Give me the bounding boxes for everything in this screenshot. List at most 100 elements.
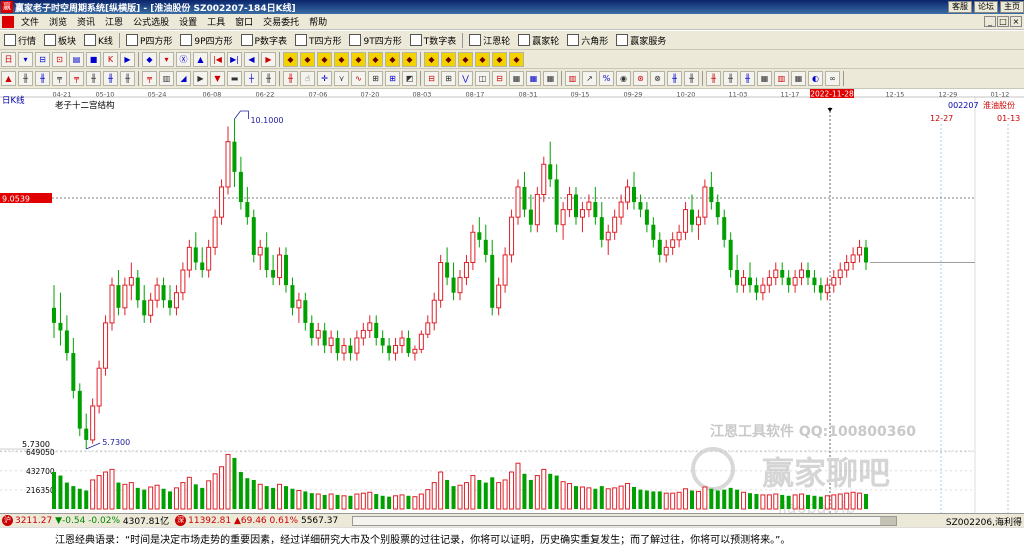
candle-body[interactable] (799, 269, 805, 279)
candle-body[interactable] (451, 277, 456, 293)
tb3-tool-icon-32[interactable]: ▥ (565, 71, 580, 86)
toolbar-button-4[interactable]: 9P四方形 (176, 32, 236, 49)
candle-body[interactable] (844, 261, 850, 271)
candle-body[interactable] (64, 330, 69, 354)
candle-body[interactable] (463, 261, 469, 279)
tb3-tool-icon-13[interactable]: ▬ (227, 71, 242, 86)
candle-body[interactable] (431, 299, 437, 324)
candle-body[interactable] (277, 254, 283, 279)
tb3-tool-icon-0[interactable]: ▲ (1, 71, 16, 86)
candle-body[interactable] (760, 284, 766, 294)
candle-body[interactable] (206, 246, 212, 271)
candle-body[interactable] (824, 284, 830, 294)
candle-body[interactable] (632, 186, 636, 203)
toolbar-button-9[interactable]: 江恩轮 (465, 32, 514, 49)
tb3-tool-icon-17[interactable]: ☝ (300, 71, 315, 86)
candle-body[interactable] (116, 285, 121, 308)
menu-trade-order[interactable]: 交易委托 (258, 15, 304, 28)
candle-body[interactable] (490, 254, 495, 308)
candle-body[interactable] (579, 209, 585, 218)
tb3-tool-icon-29[interactable]: ▦ (509, 71, 524, 86)
candle-body[interactable] (225, 141, 231, 188)
candle-body[interactable] (831, 277, 837, 286)
candle-body[interactable] (638, 202, 643, 210)
candle-body[interactable] (651, 224, 656, 240)
tb3-tool-icon-42[interactable]: ╫ (740, 71, 755, 86)
candle-body[interactable] (612, 216, 618, 233)
candle-body[interactable] (284, 254, 288, 286)
tb3-tool-icon-9[interactable]: ▥ (159, 71, 174, 86)
candle-body[interactable] (554, 179, 559, 225)
candle-body[interactable] (850, 254, 856, 263)
candle-body[interactable] (367, 322, 373, 331)
tb3-tool-icon-47[interactable]: ∞ (825, 71, 840, 86)
candle-body[interactable] (322, 330, 327, 346)
candle-body[interactable] (315, 329, 321, 339)
candle-body[interactable] (348, 345, 353, 354)
tb3-tool-icon-19[interactable]: ⋎ (334, 71, 349, 86)
candle-body[interactable] (360, 329, 366, 339)
tb2-tool-icon-5[interactable]: ■ (86, 51, 101, 67)
tb3-tool-icon-31[interactable]: ▦ (543, 71, 558, 86)
tb3-tool-icon-26[interactable]: ⋁ (458, 71, 473, 86)
menu-gann[interactable]: 江恩 (100, 15, 128, 28)
toolbar-button-12[interactable]: 赢家服务 (612, 32, 670, 49)
candle-body[interactable] (773, 269, 779, 279)
tb3-tool-icon-10[interactable]: ◢ (176, 71, 191, 86)
candle-body[interactable] (534, 194, 540, 226)
tb2-tool-icon-18[interactable]: ◆ (317, 51, 332, 67)
candle-body[interactable] (354, 337, 360, 354)
candle-body[interactable] (309, 322, 314, 338)
candle-body[interactable] (148, 299, 154, 316)
tb2-tool-icon-23[interactable]: ◆ (402, 51, 417, 67)
candle-body[interactable] (593, 202, 598, 218)
candle-body[interactable] (232, 141, 237, 172)
candle-body[interactable] (806, 270, 810, 278)
tb3-tool-icon-38[interactable]: ╫ (667, 71, 682, 86)
candle-body[interactable] (690, 209, 694, 225)
candle-body[interactable] (418, 333, 424, 350)
tb3-tool-icon-14[interactable]: ┼ (244, 71, 259, 86)
tb2-tool-icon-15[interactable]: ▶ (261, 51, 276, 67)
candle-body[interactable] (786, 277, 791, 286)
candle-body[interactable] (303, 300, 308, 323)
candle-body[interactable] (644, 209, 649, 225)
candle-body[interactable] (212, 216, 218, 248)
candle-body[interactable] (245, 202, 250, 218)
candle-body[interactable] (328, 337, 334, 347)
candle-body[interactable] (142, 300, 147, 316)
candlestick-chart[interactable]: 04-21 05-10 05-24 06-08 06-22 07-06 07-20 08-03… (0, 89, 1024, 513)
candle-body[interactable] (58, 322, 63, 331)
tb3-tool-icon-22[interactable]: ⊞ (385, 71, 400, 86)
tb3-tool-icon-4[interactable]: ╤ (69, 71, 84, 86)
candle-body[interactable] (71, 353, 76, 391)
tb3-tool-icon-36[interactable]: ⊛ (633, 71, 648, 86)
toolbar-button-10[interactable]: 赢家轮 (514, 32, 563, 49)
candle-body[interactable] (695, 216, 701, 226)
candle-body[interactable] (599, 217, 604, 240)
candle-body[interactable] (560, 209, 566, 226)
tb2-tool-icon-7[interactable]: ▶ (120, 51, 135, 67)
customer-service-button[interactable]: 客服 (948, 1, 972, 13)
forum-button[interactable]: 论坛 (974, 1, 998, 13)
tb3-tool-icon-24[interactable]: ⊟ (424, 71, 439, 86)
candle-body[interactable] (818, 285, 823, 293)
candle-body[interactable] (728, 239, 733, 271)
candle-body[interactable] (754, 285, 759, 293)
candle-body[interactable] (96, 367, 102, 407)
candle-body[interactable] (84, 428, 89, 440)
candle-body[interactable] (676, 231, 682, 241)
tb3-tool-icon-30[interactable]: ▦ (526, 71, 541, 86)
candle-body[interactable] (52, 307, 56, 323)
tb3-tool-icon-27[interactable]: ◫ (475, 71, 490, 86)
menu-file[interactable]: 文件 (16, 15, 44, 28)
candle-body[interactable] (528, 209, 533, 225)
menu-settings[interactable]: 设置 (174, 15, 202, 28)
toolbar-button-2[interactable]: K线 (80, 32, 117, 49)
tb2-tool-icon-21[interactable]: ◆ (368, 51, 383, 67)
candle-body[interactable] (296, 299, 302, 309)
candle-body[interactable] (399, 337, 405, 347)
tb3-tool-icon-2[interactable]: ╫ (35, 71, 50, 86)
tb3-tool-icon-39[interactable]: ╫ (684, 71, 699, 86)
tb3-tool-icon-20[interactable]: ∿ (351, 71, 366, 86)
